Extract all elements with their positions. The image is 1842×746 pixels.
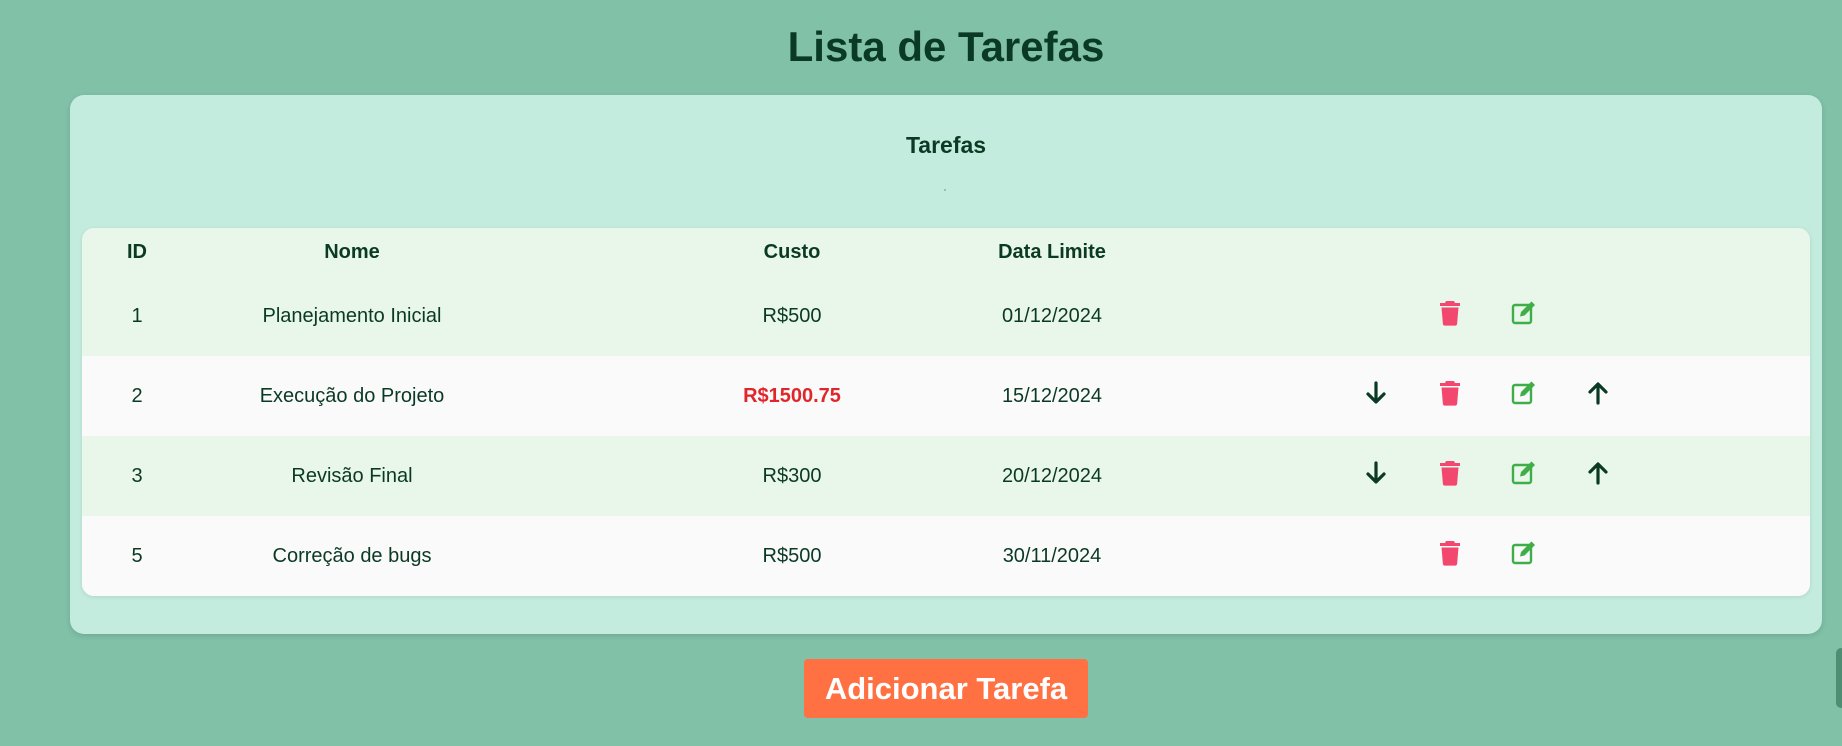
delete-button[interactable] <box>1433 376 1467 410</box>
page-title: Lista de Tarefas <box>787 23 1105 70</box>
task-cost: R$500 <box>762 544 822 567</box>
tasks-table: ID Nome Custo Data Limite 1 Planejamento… <box>82 228 1810 596</box>
move-up-button[interactable] <box>1581 376 1615 410</box>
delete-button[interactable] <box>1433 456 1467 490</box>
arrow-down-icon <box>1366 381 1386 404</box>
task-name: Planejamento Inicial <box>262 304 442 327</box>
task-id: 5 <box>131 544 143 567</box>
task-id: 1 <box>131 304 143 327</box>
table-row: 2 Execução do Projeto R$1500.75 15/12/20… <box>82 356 1810 436</box>
task-due-date: 30/11/2024 <box>1002 544 1102 567</box>
scrollbar[interactable] <box>1836 648 1842 708</box>
table-row: 1 Planejamento Inicial R$500 01/12/2024 <box>82 276 1810 356</box>
table-row: 3 Revisão Final R$300 20/12/2024 <box>82 436 1810 516</box>
task-id: 2 <box>131 384 143 407</box>
edit-icon <box>1511 541 1535 565</box>
task-name: Execução do Projeto <box>259 384 445 407</box>
move-down-button[interactable] <box>1359 456 1393 490</box>
column-header-custo: Custo <box>763 240 821 263</box>
edit-icon <box>1511 301 1535 325</box>
task-cost: R$1500.75 <box>743 384 841 407</box>
task-due-date: 15/12/2024 <box>1001 384 1103 407</box>
edit-button[interactable] <box>1507 296 1541 330</box>
move-up-button[interactable] <box>1581 456 1615 490</box>
delete-button[interactable] <box>1433 296 1467 330</box>
column-header-nome: Nome <box>324 240 380 263</box>
trash-icon <box>1440 541 1460 566</box>
task-name: Correção de bugs <box>272 544 432 567</box>
edit-button[interactable] <box>1507 376 1541 410</box>
panel-title: Tarefas <box>905 132 987 158</box>
edit-button[interactable] <box>1507 456 1541 490</box>
add-task-button[interactable]: Adicionar Tarefa <box>804 659 1088 718</box>
trash-icon <box>1440 301 1460 326</box>
task-name: Revisão Final <box>291 464 413 487</box>
delete-button[interactable] <box>1433 536 1467 570</box>
panel-divider-dot <box>944 189 946 191</box>
edit-icon <box>1511 461 1535 485</box>
task-cost: R$500 <box>762 304 822 327</box>
trash-icon <box>1440 381 1460 406</box>
trash-icon <box>1440 461 1460 486</box>
arrow-up-icon <box>1588 382 1608 405</box>
task-cost: R$300 <box>762 464 822 487</box>
edit-icon <box>1511 381 1535 405</box>
task-due-date: 01/12/2024 <box>1001 304 1103 327</box>
table-header-row: ID Nome Custo Data Limite <box>82 228 1810 276</box>
edit-button[interactable] <box>1507 536 1541 570</box>
task-id: 3 <box>131 464 143 487</box>
table-row: 5 Correção de bugs R$500 30/11/2024 <box>82 516 1810 596</box>
arrow-down-icon <box>1366 461 1386 484</box>
column-header-id: ID <box>127 240 147 263</box>
column-header-data-limite: Data Limite <box>998 240 1106 263</box>
arrow-up-icon <box>1588 462 1608 485</box>
move-down-button[interactable] <box>1359 376 1393 410</box>
task-due-date: 20/12/2024 <box>1001 464 1103 487</box>
tasks-panel: Tarefas ID Nome Custo Data Limite 1 Plan… <box>70 95 1822 634</box>
